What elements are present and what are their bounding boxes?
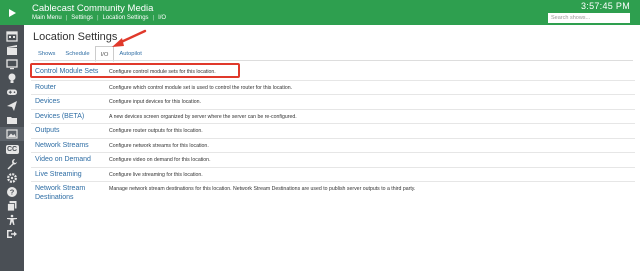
devices-link[interactable]: Devices [31,95,106,108]
video-on-demand-link[interactable]: Video on Demand [31,153,106,166]
search-input[interactable] [548,13,630,23]
row-description: Configure which control module set is us… [109,84,293,91]
list-item: Devices Configure input devices for this… [31,94,635,109]
live-streaming-link[interactable]: Live Streaming [31,168,106,181]
row-description: A new devices screen organized by server… [109,113,297,120]
page-title: Location Settings [33,31,118,43]
send-icon[interactable] [5,100,19,112]
list-item: Devices (BETA) A new devices screen orga… [31,108,635,124]
breadcrumb-separator: | [96,15,99,21]
list-item: Live Streaming Configure live streaming … [31,166,635,182]
accessibility-icon[interactable] [5,214,19,226]
annotation-arrow-icon [112,29,147,47]
list-item: Router Configure which control module se… [31,79,635,95]
list-item: Outputs Configure router outputs for thi… [31,123,635,138]
list-item: Video on Demand Configure video on deman… [31,152,635,167]
wrench-icon[interactable] [5,158,19,170]
breadcrumb-io: I/O [158,15,167,21]
lightbulb-icon[interactable] [5,72,19,84]
gear-icon[interactable] [5,172,19,184]
breadcrumb-separator: | [152,15,155,21]
breadcrumb-location-settings[interactable]: Location Settings [103,15,149,21]
clock: 3:57:45 PM [580,1,630,11]
folder-icon[interactable] [5,114,19,126]
icon-rail: CC ? [0,0,24,271]
logout-icon[interactable] [5,228,19,240]
breadcrumb-settings[interactable]: Settings [71,15,93,21]
row-description: Configure network streams for this locat… [109,142,209,149]
app-title: Cablecast Community Media [32,3,154,14]
devices-beta-link[interactable]: Devices (BETA) [31,110,106,123]
row-description: Configure video on demand for this locat… [109,157,211,163]
row-description: Configure live streaming for this locati… [109,171,203,178]
copy-icon[interactable] [5,200,19,212]
network-streams-link[interactable]: Network Streams [31,139,106,152]
row-description: Manage network stream destinations for t… [109,186,416,192]
tab-divider [33,60,633,61]
question-icon[interactable]: ? [5,186,19,198]
annotation-highlight-box [30,63,240,78]
row-description: Configure input devices for this locatio… [109,99,201,105]
monitor-icon[interactable] [5,58,19,70]
clapperboard-icon[interactable] [5,44,19,56]
outputs-link[interactable]: Outputs [31,124,106,137]
image-icon[interactable] [0,127,24,141]
gamepad-icon[interactable] [5,86,19,98]
calendar-icon[interactable] [5,30,19,42]
list-item: Network Stream Destinations Manage netwo… [31,181,635,205]
list-item: Network Streams Configure network stream… [31,137,635,153]
network-stream-destinations-link[interactable]: Network Stream Destinations [31,182,106,205]
play-logo-icon[interactable] [0,0,24,25]
breadcrumb-main-menu[interactable]: Main Menu [32,15,62,21]
top-header: Cablecast Community Media Main Menu | Se… [24,0,640,25]
router-link[interactable]: Router [31,81,106,94]
settings-list: Control Module Sets Configure control mo… [31,65,635,205]
cc-icon[interactable]: CC [5,145,19,154]
breadcrumb: Main Menu | Settings | Location Settings… [32,15,166,21]
svg-text:?: ? [10,188,15,197]
breadcrumb-separator: | [65,15,68,21]
row-description: Configure router outputs for this locati… [109,128,203,134]
